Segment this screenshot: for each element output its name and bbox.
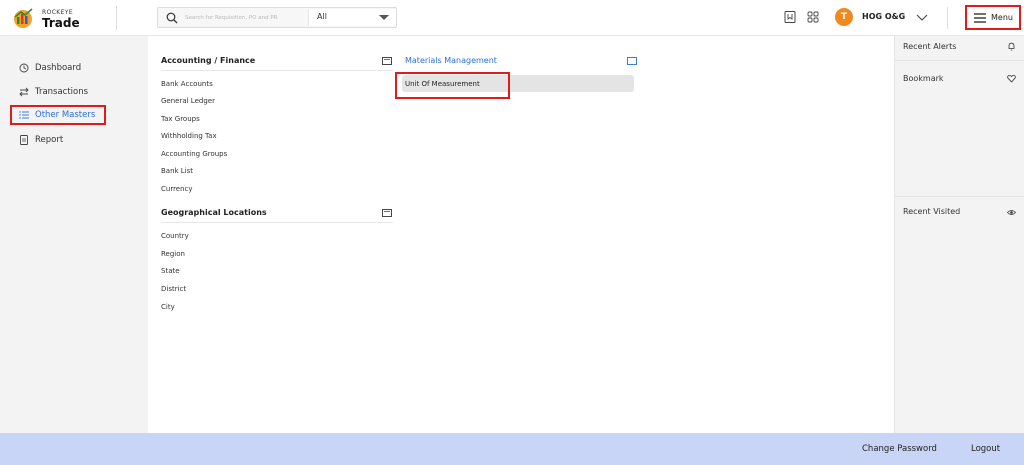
link-district[interactable]: District [161,285,186,293]
sidebar-item-label: Other Masters [35,110,96,120]
panel-divider [895,196,1024,197]
sidebar-item-other-masters[interactable]: Other Masters [10,105,106,125]
eye-icon[interactable] [1007,208,1016,217]
main-content: Accounting / Finance Bank Accounts Gener… [148,36,894,433]
caret-down-icon [379,15,389,20]
link-country[interactable]: Country [161,232,189,240]
recent-alerts-title: Recent Alerts [903,42,957,51]
hamburger-icon [974,13,986,23]
sidebar-item-label: Report [35,135,64,145]
section-divider [161,70,393,71]
heart-icon[interactable] [1007,74,1016,83]
brand-big: Trade [42,16,80,30]
top-header: ROCKEYE Trade All T HOG O&G Menu [0,0,1024,36]
header-divider [947,7,948,29]
menu-button[interactable]: Menu [965,5,1021,30]
logo-chart-icon [14,8,33,28]
sidebar-item-label: Dashboard [35,63,82,73]
list-icon [19,111,29,119]
link-general-ledger[interactable]: General Ledger [161,97,215,105]
dashboard-icon [19,63,29,73]
ticket-icon[interactable] [382,57,392,65]
apps-grid-icon[interactable] [806,10,820,24]
sidebar-item-dashboard[interactable]: Dashboard [12,58,81,78]
header-divider [116,6,117,30]
report-icon [20,135,28,145]
panel-divider [895,60,1024,61]
logout-link[interactable]: Logout [971,444,1000,454]
search-icon[interactable] [166,12,178,24]
search-scope-value: All [317,12,327,21]
ticket-icon[interactable] [382,209,392,217]
sidebar-item-report[interactable]: Report [12,130,63,150]
user-name[interactable]: HOG O&G [862,12,905,21]
link-bank-accounts[interactable]: Bank Accounts [161,80,213,88]
link-bank-list[interactable]: Bank List [161,167,193,175]
section-title-materials: Materials Management [405,56,497,65]
section-divider [161,222,393,223]
brand-logo[interactable]: ROCKEYE Trade [12,6,112,32]
footer: Change Password Logout [0,433,1024,465]
recent-visited-title: Recent Visited [903,207,961,216]
bookmark-title: Bookmark [903,74,944,83]
link-withholding-tax[interactable]: Withholding Tax [161,132,217,140]
ticket-icon[interactable] [627,57,637,65]
search-bar: All [157,7,397,28]
link-tax-groups[interactable]: Tax Groups [161,115,200,123]
user-avatar[interactable]: T [835,8,853,26]
change-password-link[interactable]: Change Password [862,444,937,454]
link-currency[interactable]: Currency [161,185,193,193]
search-input[interactable] [185,12,305,24]
link-state[interactable]: State [161,267,180,275]
link-accounting-groups[interactable]: Accounting Groups [161,150,227,158]
sidebar-item-label: Transactions [35,87,89,97]
search-scope-select[interactable]: All [308,9,396,26]
menu-label: Menu [991,13,1013,22]
brand-small: ROCKEYE [42,9,74,16]
link-city[interactable]: City [161,303,175,311]
section-title-accounting: Accounting / Finance [161,56,256,65]
section-title-geo: Geographical Locations [161,208,267,217]
sidebar: Dashboard Transactions Other Masters Rep… [0,36,148,433]
highlight-box [395,72,510,99]
transactions-icon [19,87,29,97]
right-panel: Recent Alerts Bookmark Recent Visited [894,36,1024,433]
sidebar-item-transactions[interactable]: Transactions [12,82,88,102]
bell-icon[interactable] [1007,42,1016,51]
chevron-down-icon[interactable] [915,10,929,24]
bookmark-list-icon[interactable] [783,10,797,24]
link-region[interactable]: Region [161,250,185,258]
